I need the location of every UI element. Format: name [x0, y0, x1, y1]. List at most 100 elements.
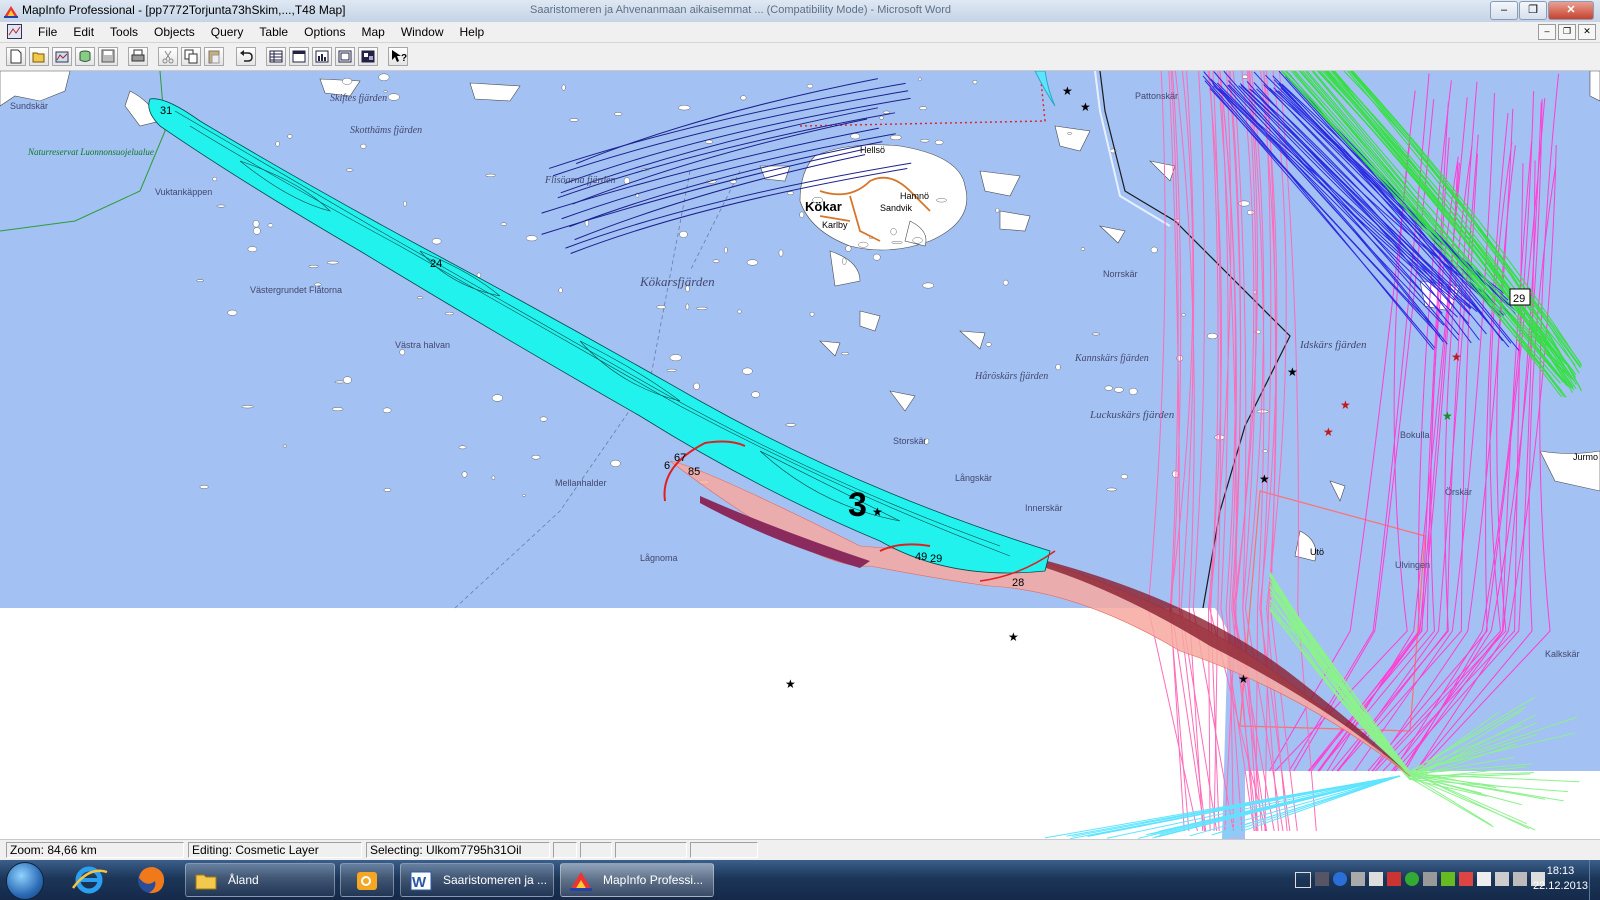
- undo-button[interactable]: [236, 47, 256, 66]
- label-orskar: Örskär: [1445, 487, 1472, 497]
- new-layout-button[interactable]: [335, 47, 355, 66]
- tray-display-icon[interactable]: [1295, 872, 1311, 888]
- menu-tools[interactable]: Tools: [102, 24, 146, 40]
- clock[interactable]: 18:13 22.12.2013: [1533, 864, 1588, 894]
- minimize-button[interactable]: –: [1490, 1, 1518, 20]
- menu-file[interactable]: File: [30, 24, 65, 40]
- task-word[interactable]: W Saaristomeren ja ...: [400, 863, 554, 897]
- svg-text:W: W: [412, 874, 427, 891]
- tray-devices-icon[interactable]: [1351, 872, 1365, 886]
- menu-help[interactable]: Help: [452, 24, 493, 40]
- help-pointer-icon: ?: [392, 50, 407, 64]
- label-kannskarsfjarden: Kannskärs fjärden: [1074, 353, 1149, 364]
- svg-text:?: ?: [401, 53, 407, 64]
- label-langskar: Långskär: [955, 473, 992, 483]
- menu-options[interactable]: Options: [296, 24, 353, 40]
- open-button[interactable]: [29, 47, 49, 66]
- label-vastergrundet: Västergrundet Flåtorna: [250, 285, 342, 295]
- label-mellanhalder: Mellanhalder: [555, 478, 607, 488]
- start-button[interactable]: [6, 862, 44, 900]
- tray-flag-icon[interactable]: [1477, 872, 1491, 886]
- new-grapher-button[interactable]: [312, 47, 332, 66]
- menu-query[interactable]: Query: [203, 24, 252, 40]
- task-aland-folder[interactable]: Åland: [185, 863, 335, 897]
- status-empty-3: [615, 842, 687, 858]
- label-skothamsfjarden: Skotthäms fjärden: [350, 125, 422, 136]
- outlook-icon: [357, 872, 377, 890]
- open-dbms-button[interactable]: [75, 47, 95, 66]
- new-browser-button[interactable]: [266, 47, 286, 66]
- restore-button[interactable]: ❐: [1519, 1, 1547, 20]
- label-vastra-halvan: Västra halvan: [395, 340, 450, 350]
- firefox-icon[interactable]: [127, 864, 175, 896]
- main-toolbar: ?: [0, 43, 1600, 71]
- print-button[interactable]: [128, 47, 148, 66]
- svg-text:★: ★: [785, 677, 796, 691]
- task-label-aland: Åland: [228, 873, 259, 887]
- map-window[interactable]: ★ ★ ★ ★ ★ ★ ★ ★ ★ ★ ★ ★ 31 24 3 67 85 6 …: [0, 71, 1600, 839]
- new-button[interactable]: [6, 47, 26, 66]
- menu-objects[interactable]: Objects: [146, 24, 203, 40]
- task-label-mapinfo: MapInfo Professi...: [603, 873, 704, 887]
- tray-sync-icon[interactable]: [1405, 872, 1419, 886]
- mdi-minimize-button[interactable]: –: [1538, 24, 1556, 40]
- menu-window[interactable]: Window: [393, 24, 452, 40]
- label-hellso: Hellsö: [860, 145, 885, 155]
- mdi-restore-button[interactable]: ❐: [1558, 24, 1576, 40]
- label-3: 3: [848, 486, 867, 524]
- svg-text:★: ★: [1442, 409, 1453, 423]
- tray-power-icon[interactable]: [1495, 872, 1509, 886]
- cut-icon: [162, 50, 174, 64]
- mdi-close-button[interactable]: ✕: [1578, 24, 1596, 40]
- tray-security-icon[interactable]: [1459, 872, 1473, 886]
- new-mapper-icon: [292, 50, 306, 63]
- status-empty-2: [580, 842, 612, 858]
- status-editing[interactable]: Editing: Cosmetic Layer: [188, 842, 362, 858]
- show-desktop-button[interactable]: [1589, 860, 1600, 900]
- menu-map[interactable]: Map: [353, 24, 392, 40]
- internet-explorer-icon[interactable]: [65, 864, 113, 896]
- label-lagnoma: Lågnoma: [640, 553, 678, 563]
- paste-button[interactable]: [204, 47, 224, 66]
- status-zoom[interactable]: Zoom: 84,66 km: [6, 842, 184, 858]
- svg-text:★: ★: [1451, 350, 1462, 364]
- label-norrskar: Norrskär: [1103, 269, 1138, 279]
- label-29: 29: [930, 553, 942, 565]
- label-harosskarsfjarden: Håröskärs fjärden: [974, 371, 1048, 382]
- tray-nvidia-icon[interactable]: [1441, 872, 1455, 886]
- status-bar: Zoom: 84,66 km Editing: Cosmetic Layer S…: [0, 839, 1600, 861]
- svg-text:★: ★: [1238, 672, 1249, 686]
- tray-shield-icon[interactable]: [1387, 872, 1401, 886]
- tray-bluetooth-icon[interactable]: [1333, 872, 1347, 886]
- clock-time: 18:13: [1546, 865, 1575, 877]
- svg-text:★: ★: [1323, 425, 1334, 439]
- help-pointer-button[interactable]: ?: [388, 47, 408, 66]
- new-mapper-button[interactable]: [289, 47, 309, 66]
- label-kokarsfjarden: Kökarsfjärden: [639, 274, 715, 289]
- label-luckuskarsfjarden: Luckuskärs fjärden: [1089, 409, 1175, 421]
- mapinfo-app-icon[interactable]: [3, 3, 19, 19]
- tray-gear-icon[interactable]: [1423, 872, 1437, 886]
- menu-edit[interactable]: Edit: [65, 24, 102, 40]
- map-canvas[interactable]: ★ ★ ★ ★ ★ ★ ★ ★ ★ ★ ★ ★ 31 24 3 67 85 6 …: [0, 71, 1600, 839]
- open-workspace-button[interactable]: [52, 47, 72, 66]
- task-mapinfo[interactable]: MapInfo Professi...: [560, 863, 714, 897]
- label-sandvik: Sandvik: [880, 203, 913, 213]
- label-sundskar: Sundskär: [10, 101, 48, 111]
- new-grapher-icon: [315, 50, 329, 63]
- save-button[interactable]: [98, 47, 118, 66]
- new-redistrict-button[interactable]: [358, 47, 378, 66]
- tray-chat-icon[interactable]: [1369, 872, 1383, 886]
- status-selecting[interactable]: Selecting: Ulkom7795h31Oil: [366, 842, 550, 858]
- folder-icon: [195, 874, 217, 890]
- menu-table[interactable]: Table: [251, 24, 296, 40]
- tray-signal-icon[interactable]: [1513, 872, 1527, 886]
- cut-button[interactable]: [158, 47, 178, 66]
- task-outlook[interactable]: [340, 863, 394, 897]
- close-button[interactable]: ✕: [1548, 1, 1594, 20]
- copy-button[interactable]: [181, 47, 201, 66]
- tray-network-monitor-icon[interactable]: [1315, 872, 1329, 886]
- status-empty-4: [690, 842, 758, 858]
- save-icon: [101, 49, 115, 63]
- map-window-icon[interactable]: [7, 24, 22, 39]
